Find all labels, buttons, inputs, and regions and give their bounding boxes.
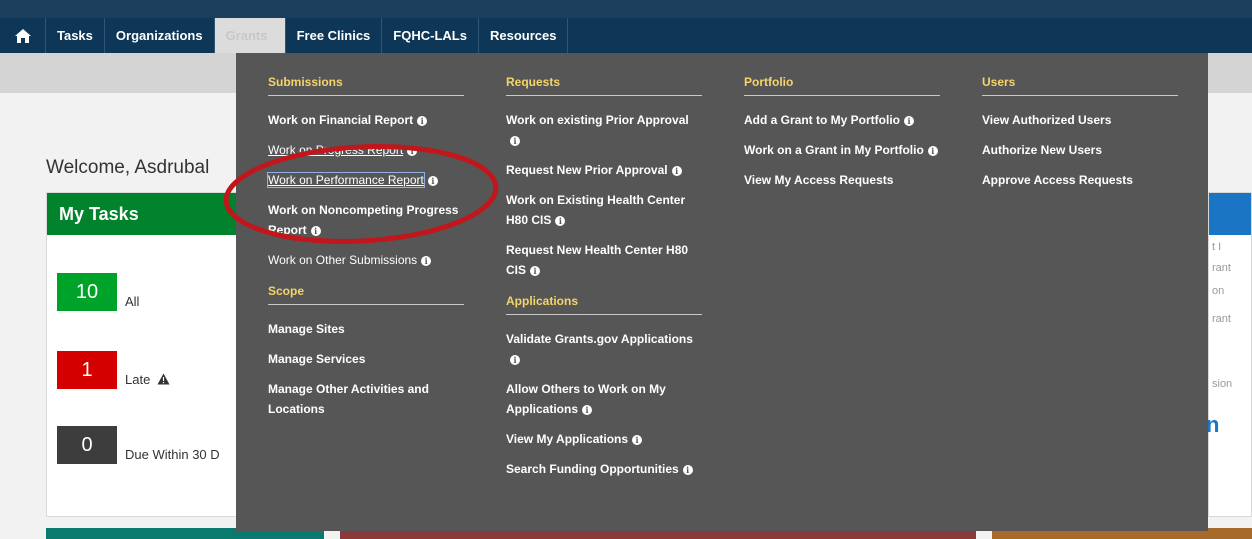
approve-access-requests-link[interactable]: Approve Access Requests [982,170,1178,190]
authorize-new-users-link[interactable]: Authorize New Users [982,140,1178,160]
new-prior-approval-label: Request New Prior Approval [506,163,668,177]
add-grant-label: Add a Grant to My Portfolio [744,113,900,127]
task-count-due[interactable]: 0 [57,426,117,464]
task-row-all[interactable]: 10 All [57,273,139,311]
financial-report-label: Work on Financial Report [268,113,414,127]
manage-sites-link[interactable]: Manage Sites [268,319,464,339]
nav-fqhc-lals[interactable]: FQHC-LALs [382,18,479,53]
performance-report-label: Work on Performance Report [267,172,425,188]
info-icon: i [417,115,428,126]
manage-services-link[interactable]: Manage Services [268,349,464,369]
task-row-due[interactable]: 0 Due Within 30 D [57,426,220,464]
work-on-grant-link[interactable]: Work on a Grant in My Portfolio i [744,140,940,160]
info-icon: i [407,145,418,156]
search-funding-label: Search Funding Opportunities [506,462,679,476]
main-nav: Tasks Organizations Grants Free Clinics … [0,18,1252,53]
portfolio-heading: Portfolio [744,53,940,96]
task-count-late[interactable]: 1 [57,351,117,389]
manage-other-activities-link[interactable]: Manage Other Activities and Locations [268,379,464,419]
task-label-late: Late [125,372,170,389]
right-panel-fragment: rant [1212,262,1231,274]
progress-report-link[interactable]: Work on Progress Report i [268,140,464,160]
progress-report-label: Work on Progress Report [268,143,404,157]
view-my-applications-link[interactable]: View My Applications i [506,429,702,449]
existing-prior-approval-link[interactable]: Work on existing Prior Approval i [506,110,702,150]
noncompeting-progress-report-link[interactable]: Work on Noncompeting Progress Report i [268,200,464,240]
new-h80-cis-link[interactable]: Request New Health Center H80 CIS i [506,240,702,280]
validate-grants-gov-link[interactable]: Validate Grants.gov Applications i [506,329,702,369]
nav-organizations[interactable]: Organizations [105,18,215,53]
info-icon: i [510,135,520,146]
home-button[interactable] [0,18,46,53]
right-panel-fragment: t I [1212,241,1222,253]
submissions-heading: Submissions [268,53,464,96]
info-icon: i [530,265,541,276]
right-panel-fragment: sion [1212,378,1233,390]
info-icon: i [582,404,593,415]
submissions-column: Submissions Work on Financial Report i Wo… [267,53,464,429]
financial-report-link[interactable]: Work on Financial Report i [268,110,464,130]
nav-resources[interactable]: Resources [479,18,569,53]
performance-report-link[interactable]: Work on Performance Report i [267,170,464,190]
allow-others-link[interactable]: Allow Others to Work on My Applications i [506,379,702,419]
top-banner [0,0,1252,18]
info-icon: i [421,255,432,266]
existing-h80-cis-label: Work on Existing Health Center H80 CIS [506,193,686,227]
requests-column: Requests Work on existing Prior Approval… [506,53,702,489]
validate-grants-gov-label: Validate Grants.gov Applications [506,332,693,346]
applications-heading: Applications [506,294,702,315]
info-icon: i [310,225,321,236]
users-column: Users View Authorized Users Authorize Ne… [982,53,1178,200]
nav-tasks[interactable]: Tasks [46,18,105,53]
nav-free-clinics[interactable]: Free Clinics [286,18,383,53]
view-my-applications-label: View My Applications [506,432,629,446]
existing-prior-approval-label: Work on existing Prior Approval [506,113,689,127]
users-heading: Users [982,53,1178,96]
task-count-all[interactable]: 10 [57,273,117,311]
noncompeting-progress-report-label: Work on Noncompeting Progress Report [268,203,459,237]
right-panel-heading: n [1206,412,1220,437]
nav-grants[interactable]: Grants [214,18,286,53]
info-icon: i [427,175,438,186]
info-icon: i [682,464,693,475]
view-authorized-users-link[interactable]: View Authorized Users [982,110,1178,130]
add-grant-link[interactable]: Add a Grant to My Portfolio i [744,110,940,130]
info-icon: i [555,215,566,226]
task-label-all: All [125,294,140,309]
task-label-late-text: Late [125,372,151,387]
right-panel-fragment: rant [1212,313,1231,325]
info-icon: i [927,145,938,156]
right-panel-fragment: on [1212,285,1225,297]
task-label-due: Due Within 30 D [125,447,220,462]
info-icon: i [904,115,914,126]
info-icon: i [510,354,520,365]
existing-h80-cis-link[interactable]: Work on Existing Health Center H80 CIS i [506,190,702,230]
welcome-text: Welcome, Asdrubal [46,157,210,178]
work-on-grant-label: Work on a Grant in My Portfolio [744,143,924,157]
task-row-late[interactable]: 1 Late [57,351,170,389]
info-icon: i [671,165,682,176]
grants-dropdown-menu: Submissions Work on Financial Report i Wo… [236,53,1208,531]
warning-icon [157,373,170,385]
other-submissions-link[interactable]: Work on Other Submissions i [268,250,464,270]
search-funding-link[interactable]: Search Funding Opportunities i [506,459,702,479]
info-icon: i [632,434,643,445]
portfolio-column: Portfolio Add a Grant to My Portfolio i W… [744,53,940,200]
home-icon [14,28,31,43]
new-prior-approval-link[interactable]: Request New Prior Approval i [506,160,702,180]
other-submissions-label: Work on Other Submissions [268,253,418,267]
requests-heading: Requests [506,53,702,96]
right-panel-header [1209,193,1251,235]
view-access-requests-link[interactable]: View My Access Requests [744,170,940,190]
scope-heading: Scope [268,284,464,305]
